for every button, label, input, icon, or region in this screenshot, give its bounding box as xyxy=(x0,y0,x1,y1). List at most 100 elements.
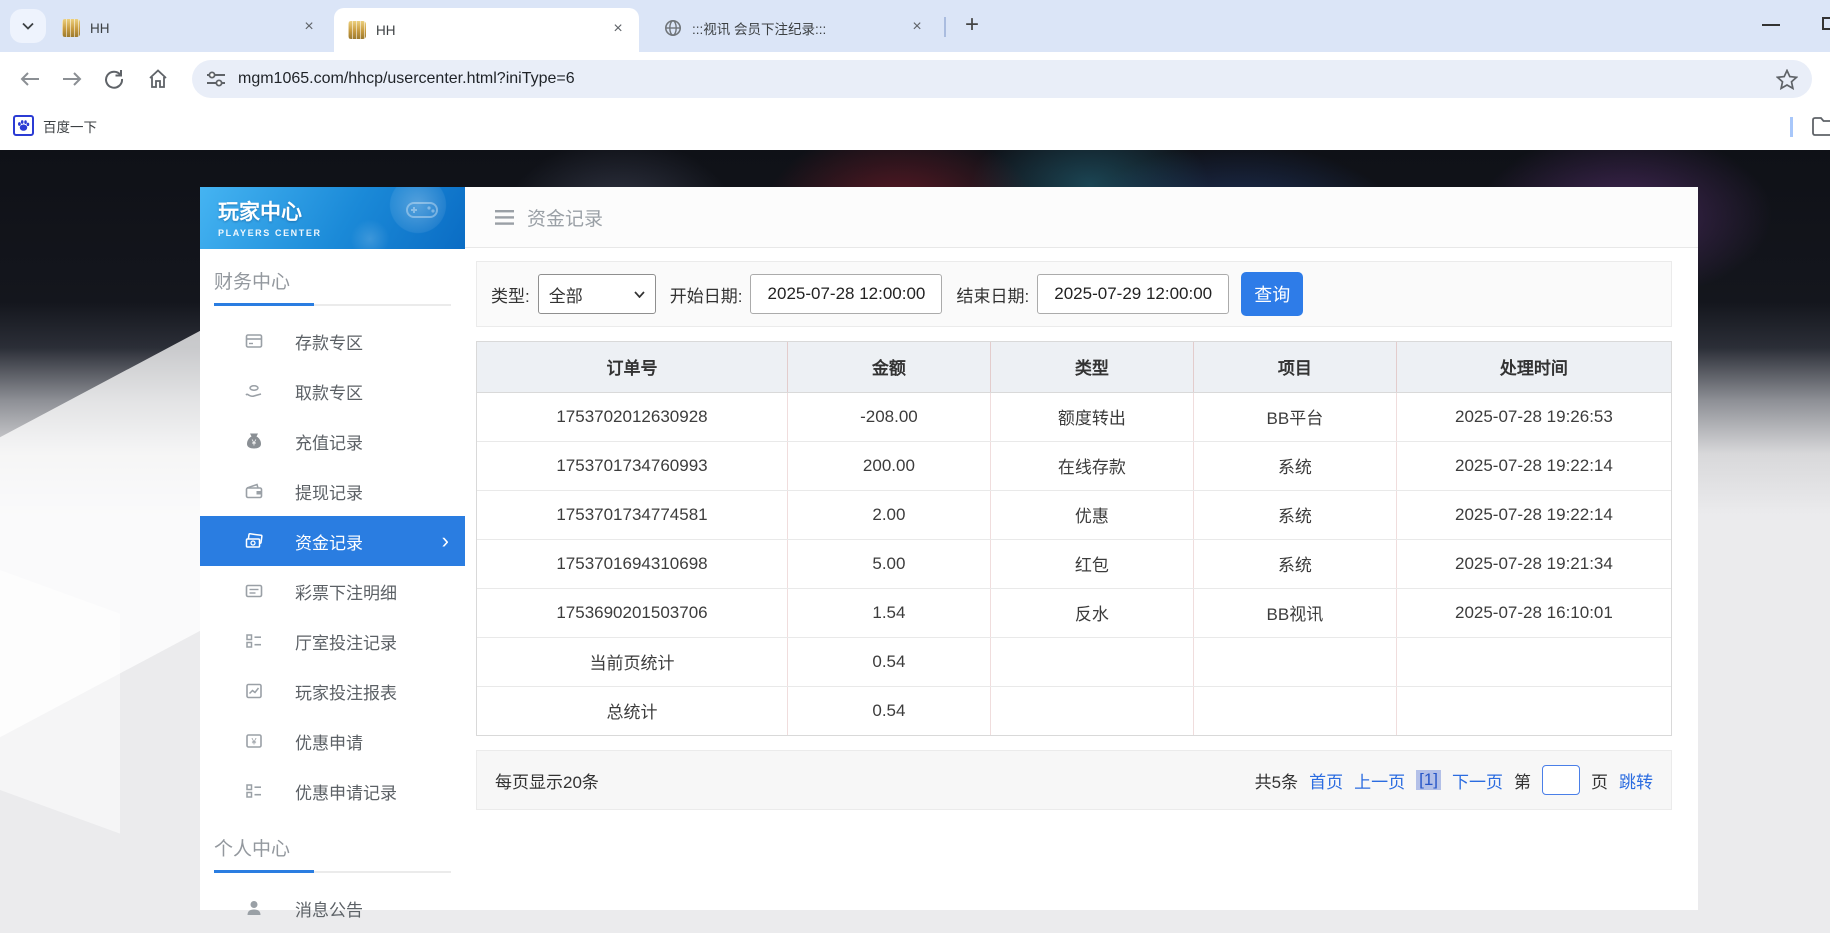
pagination-bar: 每页显示20条 共5条 首页 上一页 [1] 下一页 第 页 跳转 xyxy=(476,750,1672,810)
hh-favicon-icon xyxy=(348,21,366,39)
sidebar: 玩家中心 PLAYERS CENTER 财务中心 存款专区 xyxy=(200,187,465,910)
sidebar-subtitle: PLAYERS CENTER xyxy=(218,228,465,238)
start-date-input[interactable] xyxy=(750,274,942,314)
back-button[interactable] xyxy=(16,65,44,93)
sidebar-section-finance: 财务中心 xyxy=(214,267,451,306)
table-row-total-summary: 总统计0.54 xyxy=(477,686,1671,735)
sidebar-header: 玩家中心 PLAYERS CENTER xyxy=(200,187,465,249)
total-count: 共5条 xyxy=(1255,768,1298,793)
window-minimize-button[interactable] xyxy=(1762,24,1780,26)
col-project: 项目 xyxy=(1193,342,1396,392)
sidebar-item-withdraw-record[interactable]: 提现记录 xyxy=(200,466,465,516)
funds-table: 订单号 金额 类型 项目 处理时间 1753702012630928-208.0… xyxy=(476,341,1672,736)
col-amount: 金额 xyxy=(787,342,990,392)
sidebar-item-lottery-bets[interactable]: 彩票下注明细 xyxy=(200,566,465,616)
browser-tab-2-active[interactable]: HH × xyxy=(334,8,639,52)
baidu-paw-icon xyxy=(13,115,34,136)
main-content: 资金记录 类型: 全部 开始日期: 结束日期: 查询 订单号 金额 xyxy=(465,187,1698,910)
end-date-input[interactable] xyxy=(1037,274,1229,314)
sidebar-menu-finance: 存款专区 取款专区 ¥ 充值记录 xyxy=(200,316,465,816)
gamepad-icon xyxy=(405,197,439,221)
list-grid-icon xyxy=(244,632,263,651)
tab-divider xyxy=(944,17,946,37)
jump-label-pre: 第 xyxy=(1514,768,1531,793)
tab-title: HH xyxy=(90,21,290,36)
table-row: 17537017347745812.00 优惠系统 2025-07-28 19:… xyxy=(477,490,1671,539)
search-button[interactable]: 查询 xyxy=(1241,272,1303,316)
home-button[interactable] xyxy=(144,65,172,93)
chevron-right-icon: › xyxy=(442,530,449,552)
next-page-link[interactable]: 下一页 xyxy=(1452,768,1503,793)
browser-tab-1[interactable]: HH × xyxy=(48,8,330,48)
tab-title: :::视讯 会员下注纪录::: xyxy=(692,18,898,38)
tab-search-button[interactable] xyxy=(10,9,46,43)
tab-close-icon[interactable]: × xyxy=(906,17,928,39)
col-time: 处理时间 xyxy=(1396,342,1671,392)
browser-tab-3[interactable]: :::视讯 会员下注纪录::: × xyxy=(650,8,938,48)
table-row: 17537016943106985.00 红包系统 2025-07-28 19:… xyxy=(477,539,1671,588)
browser-toolbar: mgm1065.com/hhcp/usercenter.html?iniType… xyxy=(0,52,1830,105)
tab-strip: HH × HH × :::视讯 会员下注纪录::: × + xyxy=(0,0,1830,52)
sidebar-item-funds-record[interactable]: 资金记录 › xyxy=(200,516,465,566)
jump-label-post: 页 xyxy=(1591,768,1608,793)
url-bar[interactable]: mgm1065.com/hhcp/usercenter.html?iniType… xyxy=(192,60,1812,98)
chart-icon xyxy=(244,682,263,701)
type-select[interactable]: 全部 xyxy=(538,274,656,314)
window-maximize-button[interactable] xyxy=(1822,17,1830,30)
globe-icon xyxy=(664,19,682,37)
sidebar-item-withdraw[interactable]: 取款专区 xyxy=(200,366,465,416)
page-title: 资金记录 xyxy=(527,204,603,231)
deposit-card-icon xyxy=(244,332,263,351)
bookmark-label: 百度一下 xyxy=(43,116,97,136)
sidebar-menu-personal: 消息公告 xyxy=(200,883,465,933)
new-tab-button[interactable]: + xyxy=(956,10,988,42)
svg-text:¥: ¥ xyxy=(250,737,257,747)
hh-favicon-icon xyxy=(62,19,80,37)
coupon-icon: ¥ xyxy=(244,732,263,751)
table-row-page-summary: 当前页统计0.54 xyxy=(477,637,1671,686)
tab-close-icon[interactable]: × xyxy=(607,19,629,41)
bookmark-baidu[interactable]: 百度一下 xyxy=(13,115,97,136)
reload-button[interactable] xyxy=(100,65,128,93)
url-text[interactable]: mgm1065.com/hhcp/usercenter.html?iniType… xyxy=(238,70,1776,88)
first-page-link[interactable]: 首页 xyxy=(1309,768,1343,793)
bookmarks-folder-icon[interactable] xyxy=(1812,116,1830,137)
moneybag-icon: ¥ xyxy=(244,432,263,451)
hamburger-icon xyxy=(495,210,514,225)
person-icon xyxy=(244,899,263,918)
sidebar-item-messages[interactable]: 消息公告 xyxy=(200,883,465,933)
filter-bar: 类型: 全部 开始日期: 结束日期: 查询 xyxy=(476,261,1672,327)
bookmarks-bar: 百度一下 xyxy=(0,105,1830,150)
tab-close-icon[interactable]: × xyxy=(298,17,320,39)
svg-text:¥: ¥ xyxy=(250,439,256,448)
type-select-value: 全部 xyxy=(549,282,583,307)
table-row: 17536902015037061.54 反水BB视讯 2025-07-28 1… xyxy=(477,588,1671,637)
sidebar-item-promo-record[interactable]: 优惠申请记录 xyxy=(200,766,465,816)
sidebar-item-promo-apply[interactable]: ¥ 优惠申请 xyxy=(200,716,465,766)
table-header-row: 订单号 金额 类型 项目 处理时间 xyxy=(477,342,1671,392)
bookmarks-divider xyxy=(1790,117,1793,137)
list-doc-icon xyxy=(244,582,263,601)
sidebar-item-recharge-record[interactable]: ¥ 充值记录 xyxy=(200,416,465,466)
prev-page-link[interactable]: 上一页 xyxy=(1354,768,1405,793)
wallet-icon xyxy=(244,482,263,501)
jump-page-input[interactable] xyxy=(1542,765,1580,795)
bookmark-star-icon[interactable] xyxy=(1776,69,1798,90)
sidebar-section-personal: 个人中心 xyxy=(214,834,451,873)
chevron-down-icon xyxy=(22,22,34,30)
chevron-down-icon xyxy=(634,291,645,298)
sidebar-item-hall-bets[interactable]: 厅室投注记录 xyxy=(200,616,465,666)
site-info-icon[interactable] xyxy=(206,71,226,87)
forward-button[interactable] xyxy=(58,65,86,93)
sidebar-item-deposit[interactable]: 存款专区 xyxy=(200,316,465,366)
sidebar-item-player-report[interactable]: 玩家投注报表 xyxy=(200,666,465,716)
withdraw-hand-icon xyxy=(244,382,263,401)
start-date-label: 开始日期: xyxy=(670,282,743,307)
end-date-label: 结束日期: xyxy=(956,282,1029,307)
jump-go-link[interactable]: 跳转 xyxy=(1619,768,1653,793)
current-page: [1] xyxy=(1416,770,1441,790)
type-label: 类型: xyxy=(491,282,530,307)
per-page-text: 每页显示20条 xyxy=(495,768,599,793)
page-background: 玩家中心 PLAYERS CENTER 财务中心 存款专区 xyxy=(0,150,1830,910)
table-row: 1753701734760993200.00 在线存款系统 2025-07-28… xyxy=(477,441,1671,490)
